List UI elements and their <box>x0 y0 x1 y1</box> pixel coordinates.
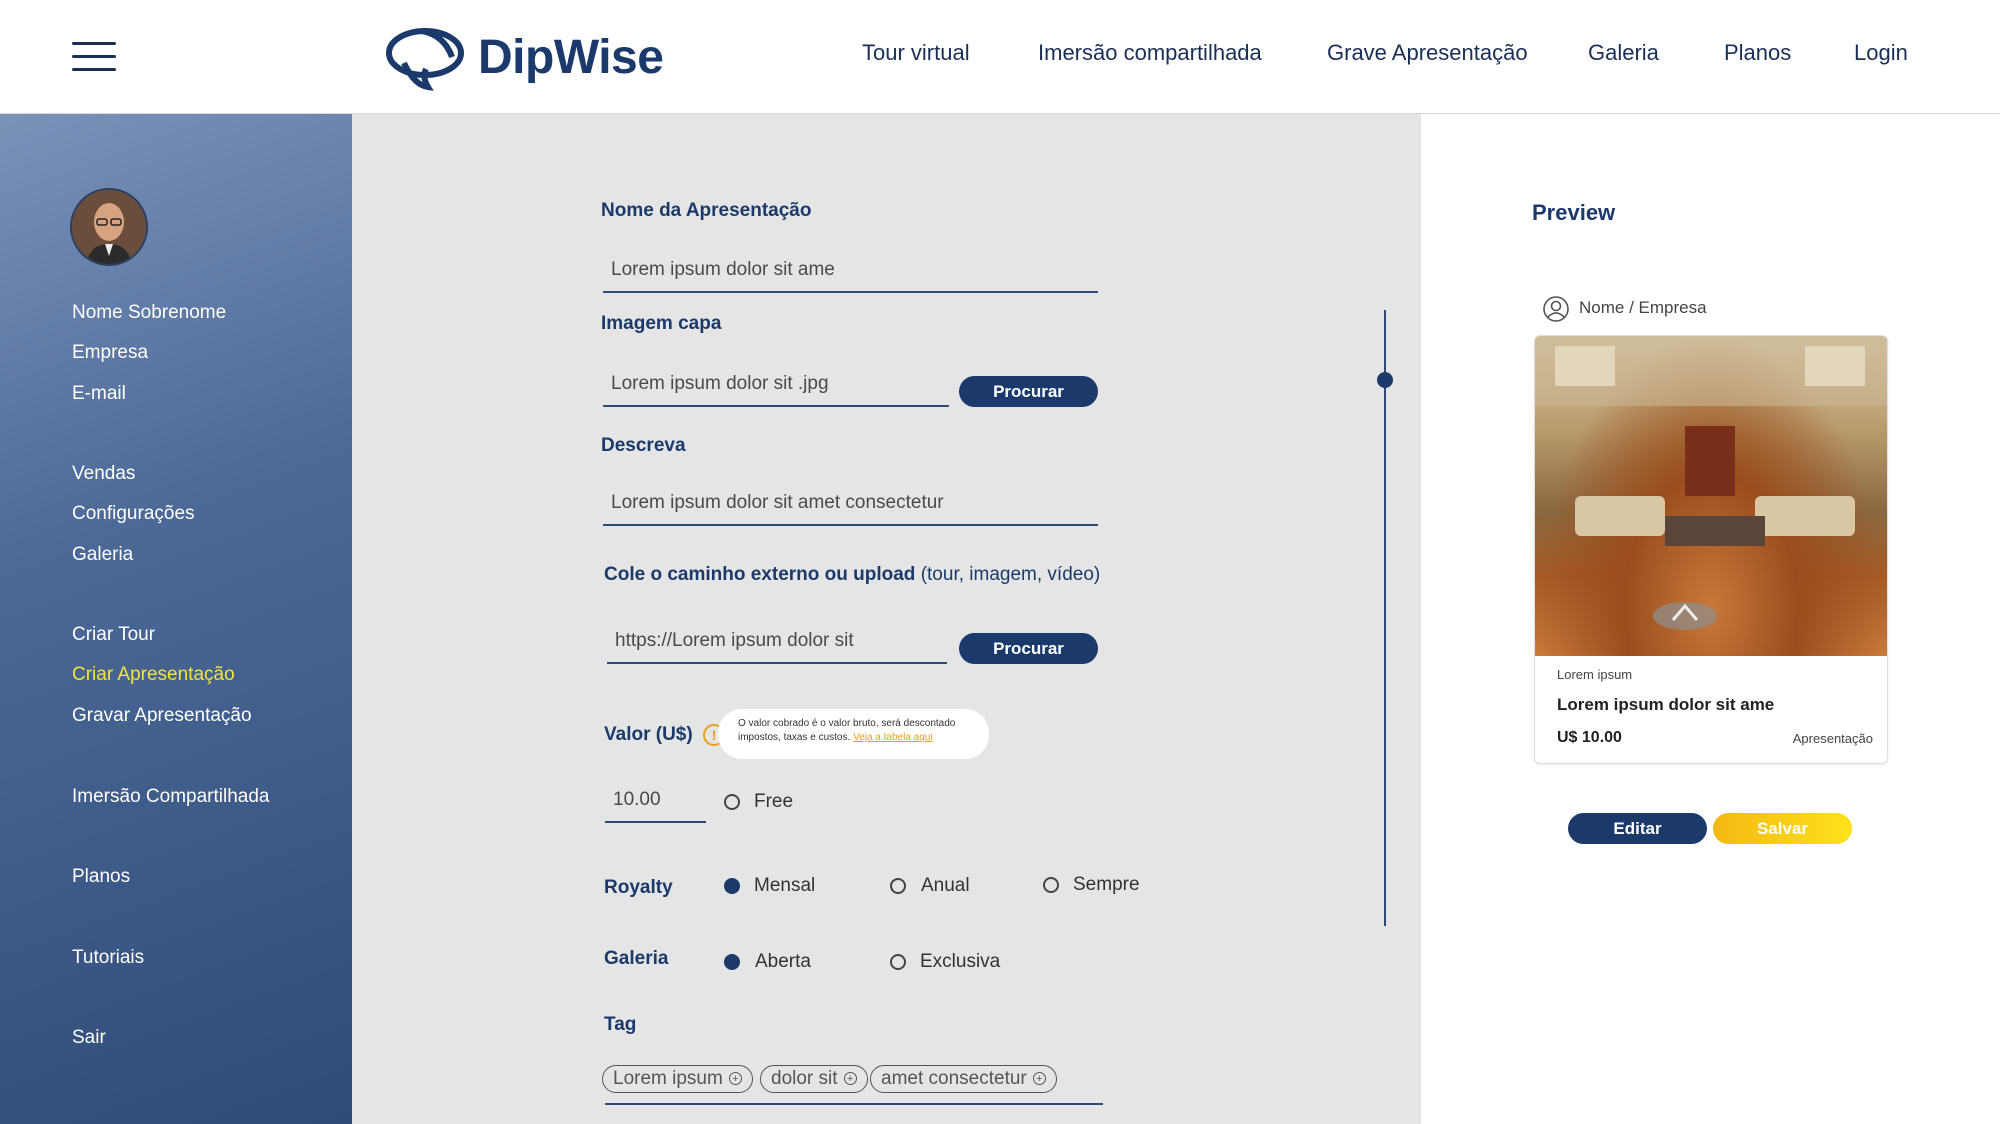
nav-imersao-compartilhada[interactable]: Imersão compartilhada <box>1038 40 1262 66</box>
sidebar-item-configuracoes[interactable]: Configurações <box>72 503 195 525</box>
sidebar-item-planos[interactable]: Planos <box>72 866 130 888</box>
value-input[interactable]: 10.00 <box>605 783 706 823</box>
card-type: Apresentação <box>1792 731 1873 746</box>
card-price: U$ 10.00 <box>1557 729 1622 746</box>
sidebar-item-imersao-compartilhada[interactable]: Imersão Compartilhada <box>72 786 269 808</box>
gallery-exclusiva-radio[interactable] <box>890 954 906 970</box>
tag-chip-label: Lorem ipsum <box>613 1068 723 1089</box>
royalty-mensal-radio[interactable] <box>724 878 740 894</box>
tag-chip[interactable]: dolor sit + <box>760 1065 868 1093</box>
tag-label: Tag <box>604 1014 637 1035</box>
add-circle-icon[interactable]: + <box>1032 1072 1046 1086</box>
sidebar <box>0 114 352 1124</box>
sidebar-profile-name: Nome Sobrenome <box>72 302 227 323</box>
sidebar-item-criar-tour[interactable]: Criar Tour <box>72 624 155 646</box>
card-title: Lorem ipsum dolor sit ame <box>1557 695 1775 714</box>
external-label: Cole o caminho externo ou upload (tour, … <box>604 564 1100 586</box>
nav-galeria[interactable]: Galeria <box>1588 40 1659 66</box>
panorama-image <box>1535 336 1887 630</box>
sidebar-profile-company: Empresa <box>72 342 149 363</box>
external-url-input[interactable]: https://Lorem ipsum dolor sit <box>607 624 947 664</box>
tag-input-underline <box>605 1103 1103 1105</box>
nav-grave-apresentacao[interactable]: Grave Apresentação <box>1327 40 1528 66</box>
free-label: Free <box>754 791 794 812</box>
tooltip-link[interactable]: Veja a tabela aqui <box>853 732 933 743</box>
free-radio[interactable] <box>724 794 740 810</box>
avatar[interactable] <box>72 190 146 264</box>
cover-input[interactable]: Lorem ipsum dolor sit .jpg <box>603 367 949 407</box>
tag-chip-label: amet consectetur <box>881 1068 1027 1089</box>
preview-title: Preview <box>1532 200 1616 225</box>
tag-chip[interactable]: Lorem ipsum + <box>602 1065 753 1093</box>
nav-planos[interactable]: Planos <box>1724 40 1791 66</box>
sidebar-item-tutoriais[interactable]: Tutoriais <box>72 947 144 969</box>
logo-text: DipWise <box>478 30 664 84</box>
external-label-hint: (tour, imagem, vídeo) <box>920 564 1101 585</box>
card-subtitle: Lorem ipsum <box>1557 667 1633 682</box>
royalty-mensal-label: Mensal <box>754 875 816 896</box>
menu-icon[interactable] <box>72 42 116 72</box>
cover-browse-button[interactable]: Procurar <box>959 376 1098 407</box>
sidebar-item-sair[interactable]: Sair <box>72 1027 106 1049</box>
royalty-sempre-label: Sempre <box>1073 874 1140 895</box>
preview-card[interactable]: Lorem ipsum Lorem ipsum dolor sit ame U$… <box>1534 335 1888 764</box>
external-label-bold: Cole o caminho externo ou upload <box>604 564 916 585</box>
edit-button[interactable]: Editar <box>1568 813 1707 844</box>
user-circle-icon <box>1543 296 1569 322</box>
describe-input[interactable]: Lorem ipsum dolor sit amet consectetur <box>603 486 1098 526</box>
save-button[interactable]: Salvar <box>1713 813 1852 844</box>
nav-login[interactable]: Login <box>1854 40 1908 66</box>
gallery-aberta-radio[interactable] <box>724 954 740 970</box>
royalty-label: Royalty <box>604 877 673 898</box>
preview-user-name: Nome / Empresa <box>1579 298 1707 317</box>
cover-image <box>1535 336 1887 656</box>
gallery-label: Galeria <box>604 948 669 969</box>
royalty-anual-label: Anual <box>921 875 970 896</box>
gallery-aberta-label: Aberta <box>755 951 811 972</box>
name-input[interactable]: Lorem ipsum dolor sit ame <box>603 253 1098 293</box>
scroll-thumb[interactable] <box>1377 372 1393 388</box>
sidebar-item-galeria[interactable]: Galeria <box>72 544 133 566</box>
add-circle-icon[interactable]: + <box>843 1072 857 1086</box>
top-header <box>0 0 2000 114</box>
avatar-photo <box>72 190 146 264</box>
logo-icon <box>386 28 464 91</box>
sidebar-item-criar-apresentacao[interactable]: Criar Apresentação <box>72 664 235 686</box>
external-browse-button[interactable]: Procurar <box>959 633 1098 664</box>
sidebar-item-gravar-apresentacao[interactable]: Gravar Apresentação <box>72 705 252 727</box>
scroll-track[interactable] <box>1384 310 1386 926</box>
tag-chip[interactable]: amet consectetur + <box>870 1065 1057 1093</box>
sidebar-profile-email: E-mail <box>72 383 126 404</box>
name-label: Nome da Apresentação <box>601 200 812 221</box>
royalty-anual-radio[interactable] <box>890 878 906 894</box>
value-tooltip: O valor cobrado é o valor bruto, será de… <box>718 709 989 759</box>
add-circle-icon[interactable]: + <box>728 1072 742 1086</box>
describe-label: Descreva <box>601 435 686 456</box>
tag-chip-label: dolor sit <box>771 1068 838 1089</box>
nav-tour-virtual[interactable]: Tour virtual <box>862 40 970 66</box>
sidebar-item-vendas[interactable]: Vendas <box>72 463 135 485</box>
royalty-sempre-radio[interactable] <box>1043 877 1059 893</box>
cover-label: Imagem capa <box>601 313 722 334</box>
value-label: Valor (U$) <box>604 724 693 745</box>
gallery-exclusiva-label: Exclusiva <box>920 951 1001 972</box>
logo[interactable]: DipWise <box>382 22 664 92</box>
